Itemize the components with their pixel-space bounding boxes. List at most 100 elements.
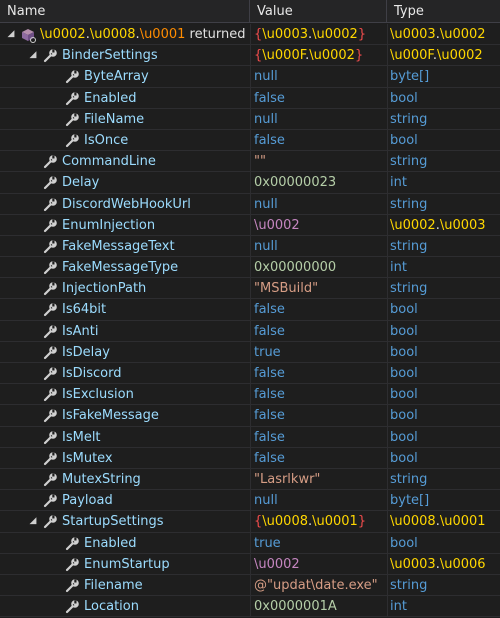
value-cell-text: false [254,408,285,424]
type-cell: bool [390,533,498,554]
name-label: IsDiscord [62,363,121,384]
type-cell-text: \u0001 [439,514,486,530]
name-label: ByteArray [84,66,149,87]
value-cell: false [254,88,385,109]
tree-row[interactable]: Payload null byte[] [0,490,500,512]
tree-row[interactable]: ByteArray null byte[] [0,66,500,88]
property-wrench-icon [64,578,80,594]
name-cell: FileName [0,109,250,130]
value-cell-text: \u0002 [309,48,355,64]
name-text: CommandLine [62,154,156,170]
tree-row[interactable]: IsMutex false bool [0,447,500,469]
name-text: DiscordWebHookUrl [62,196,191,212]
tree-row[interactable]: ◢ \u0002.\u0008.\u0001 returned {\u0003.\u… [0,24,500,46]
tree-row[interactable]: Filename @"updat\date.exe" string [0,574,500,597]
type-cell-text: \u0002 [390,217,436,233]
value-cell: {\u0003.\u0002} [254,24,385,45]
type-cell: string [390,469,498,490]
value-cell-text: false [254,90,285,106]
name-column-header[interactable]: Name [0,0,250,23]
tree-row[interactable]: Enabled true bool [0,532,500,554]
expand-triangle-icon[interactable]: ◢ [28,511,38,532]
tree-row[interactable]: IsDelay true bool [0,341,500,363]
tree-row[interactable]: Is64bit false bool [0,299,500,321]
value-column-header[interactable]: Value [250,0,387,23]
name-label: EnumInjection [62,215,155,236]
tree-row[interactable]: EnumStartup \u0002 \u0003.\u0006 [0,553,500,575]
tree-row[interactable]: IsExclusion false bool [0,384,500,406]
tree-row[interactable]: FileName null string [0,108,500,130]
property-wrench-icon [42,48,58,64]
tree-row[interactable]: Enabled false bool [0,87,500,109]
type-cell-text: bool [390,535,418,551]
tree-row[interactable]: Location 0x0000001A int [0,596,500,618]
name-text: FakeMessageText [62,238,175,254]
type-cell: \u000F.\u0002 [390,45,498,66]
tree-row[interactable]: CommandLine "" string [0,151,500,173]
property-wrench-icon [42,302,58,318]
name-label: IsDelay [62,342,110,363]
type-cell: byte[] [390,490,498,511]
type-column-header[interactable]: Type [387,0,500,23]
name-label: EnumStartup [84,554,170,575]
property-wrench-icon [42,451,58,467]
value-cell-text: true [254,535,281,551]
expand-triangle-icon[interactable]: ◢ [6,24,16,45]
expand-triangle-icon[interactable]: ◢ [28,45,38,66]
property-wrench-icon [42,366,58,382]
name-cell: IsDelay [0,342,250,363]
type-cell-text: bool [390,302,418,318]
tree-row[interactable]: IsMelt false bool [0,426,500,448]
name-label: FileName [84,109,144,130]
name-label: InjectionPath [62,278,146,299]
name-text: Enabled [84,90,137,106]
value-cell: null [254,236,385,257]
name-cell: Delay [0,172,250,193]
tree-row[interactable]: IsAnti false bool [0,320,500,342]
tree-row[interactable]: FakeMessageType 0x00000000 int [0,257,500,279]
tree-row[interactable]: IsOnce false bool [0,129,500,152]
name-label: FakeMessageText [62,236,175,257]
type-cell-text: int [390,260,407,276]
type-cell: \u0008.\u0001 [390,511,498,532]
tree-row[interactable]: Delay 0x00000023 int [0,172,500,194]
name-label: Enabled [84,88,137,109]
value-cell-text: null [254,111,278,127]
value-cell: true [254,533,385,554]
type-cell-text: int [390,175,407,191]
tree-row[interactable]: ◢ BinderSettings {\u000F.\u0002} \u000F.\u0… [0,45,500,67]
tree-row[interactable]: IsDiscord false bool [0,363,500,385]
tree-row[interactable]: DiscordWebHookUrl null string [0,193,500,215]
property-wrench-icon [42,218,58,234]
tree-row[interactable]: IsFakeMessage false bool [0,405,500,427]
type-cell-text: \u000F [390,48,433,64]
property-wrench-icon [42,430,58,446]
value-cell: false [254,299,385,320]
tree-row[interactable]: EnumInjection \u0002 \u0002.\u0003 [0,214,500,236]
tree-row[interactable]: MutexString "Lasrlkwr" string [0,468,500,491]
name-label: IsAnti [62,321,98,342]
name-text: \u0002 [40,27,86,42]
type-cell: string [390,236,498,257]
name-cell: FakeMessageType [0,257,250,278]
name-text: Enabled [84,535,137,551]
type-cell: int [390,172,498,193]
value-cell-text: null [254,69,278,85]
name-cell: Payload [0,490,250,511]
property-wrench-icon [42,472,58,488]
value-cell: "Lasrlkwr" [254,469,385,490]
tree-row[interactable]: InjectionPath "MSBuild" string [0,278,500,300]
property-wrench-icon [42,514,58,530]
name-text: IsFakeMessage [62,408,159,424]
type-cell: string [390,109,498,130]
type-cell-text: bool [390,408,418,424]
type-cell-text: bool [390,450,418,466]
name-cell: Enabled [0,88,250,109]
name-text: EnumInjection [62,217,156,233]
property-wrench-icon [42,154,58,170]
type-cell-text: \u0002 [439,27,486,42]
tree-row[interactable]: FakeMessageText null string [0,235,500,258]
name-cell: ByteArray [0,66,250,87]
value-cell-text: 0x00000000 [254,260,337,276]
tree-row[interactable]: ◢ StartupSettings {\u0008.\u0001} \u0008.\u… [0,511,500,533]
